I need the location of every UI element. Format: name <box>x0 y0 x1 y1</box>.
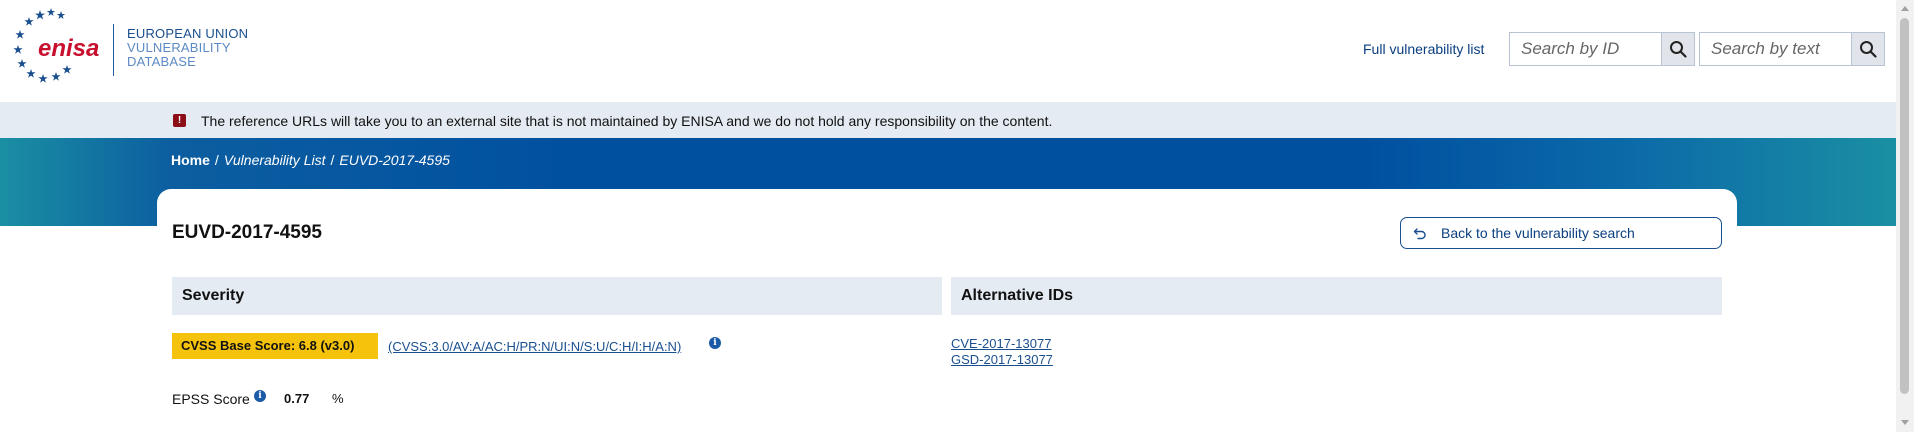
search-icon <box>1670 41 1687 58</box>
search-by-text <box>1699 32 1885 66</box>
cvss-vector-link[interactable]: (CVSS:3.0/AV:A/AC:H/PR:N/UI:N/S:U/C:H/I:… <box>388 339 681 354</box>
cvss-score-badge: CVSS Base Score: 6.8 (v3.0) <box>172 333 378 359</box>
alternative-ids-heading: Alternative IDs <box>951 277 1722 315</box>
notice-text: The reference URLs will take you to an e… <box>201 113 1053 129</box>
breadcrumb-separator: / <box>214 152 219 168</box>
page-title: EUVD-2017-4595 <box>172 222 322 243</box>
database-title-line-2: VULNERABILITY <box>127 40 231 55</box>
database-title: EUROPEAN UNION VULNERABILITY DATABASE <box>127 27 248 69</box>
scroll-down-arrow-icon[interactable] <box>1901 420 1909 425</box>
alternative-id-link[interactable]: GSD-2017-13077 <box>951 352 1053 367</box>
alternative-id-link[interactable]: CVE-2017-13077 <box>951 336 1051 351</box>
severity-heading: Severity <box>172 277 942 315</box>
search-by-id-input[interactable] <box>1510 33 1661 65</box>
breadcrumb: Home / Vulnerability List / EUVD-2017-45… <box>171 152 450 168</box>
back-to-search-button[interactable]: Back to the vulnerability search <box>1400 217 1722 249</box>
epss-score-value: 0.77 <box>284 391 310 406</box>
search-by-id-button[interactable] <box>1661 33 1694 65</box>
back-button-label: Back to the vulnerability search <box>1441 225 1635 241</box>
search-by-text-input[interactable] <box>1700 33 1851 65</box>
database-title-line-1: EUROPEAN UNION <box>127 26 249 41</box>
search-icon <box>1860 41 1877 58</box>
epss-score-unit: % <box>332 391 344 406</box>
alert-icon: ! <box>173 114 186 127</box>
search-by-text-button[interactable] <box>1851 33 1884 65</box>
external-links-notice: ! The reference URLs will take you to an… <box>0 102 1896 138</box>
scroll-up-arrow-icon[interactable] <box>1901 6 1909 11</box>
breadcrumb-separator: / <box>330 152 335 168</box>
epss-score-label: EPSS Score <box>172 391 250 407</box>
search-by-id <box>1509 32 1695 66</box>
breadcrumb-home[interactable]: Home <box>171 152 210 168</box>
info-icon[interactable]: i <box>709 337 721 349</box>
logo-divider <box>113 24 114 76</box>
site-header: enisa EUROPEAN UNION VULNERABILITY DATAB… <box>0 0 1914 102</box>
enisa-logo[interactable]: enisa <box>10 6 100 86</box>
full-vulnerability-list-link[interactable]: Full vulnerability list <box>1363 41 1484 57</box>
logo-wordmark: enisa <box>38 35 99 62</box>
vertical-scrollbar[interactable] <box>1896 0 1914 432</box>
breadcrumb-current: EUVD-2017-4595 <box>339 152 450 168</box>
scrollbar-thumb[interactable] <box>1900 18 1909 394</box>
info-icon[interactable]: i <box>254 390 266 402</box>
undo-arrow-icon <box>1413 226 1427 240</box>
breadcrumb-vulnerability-list[interactable]: Vulnerability List <box>224 152 326 168</box>
database-title-line-3: DATABASE <box>127 54 197 69</box>
